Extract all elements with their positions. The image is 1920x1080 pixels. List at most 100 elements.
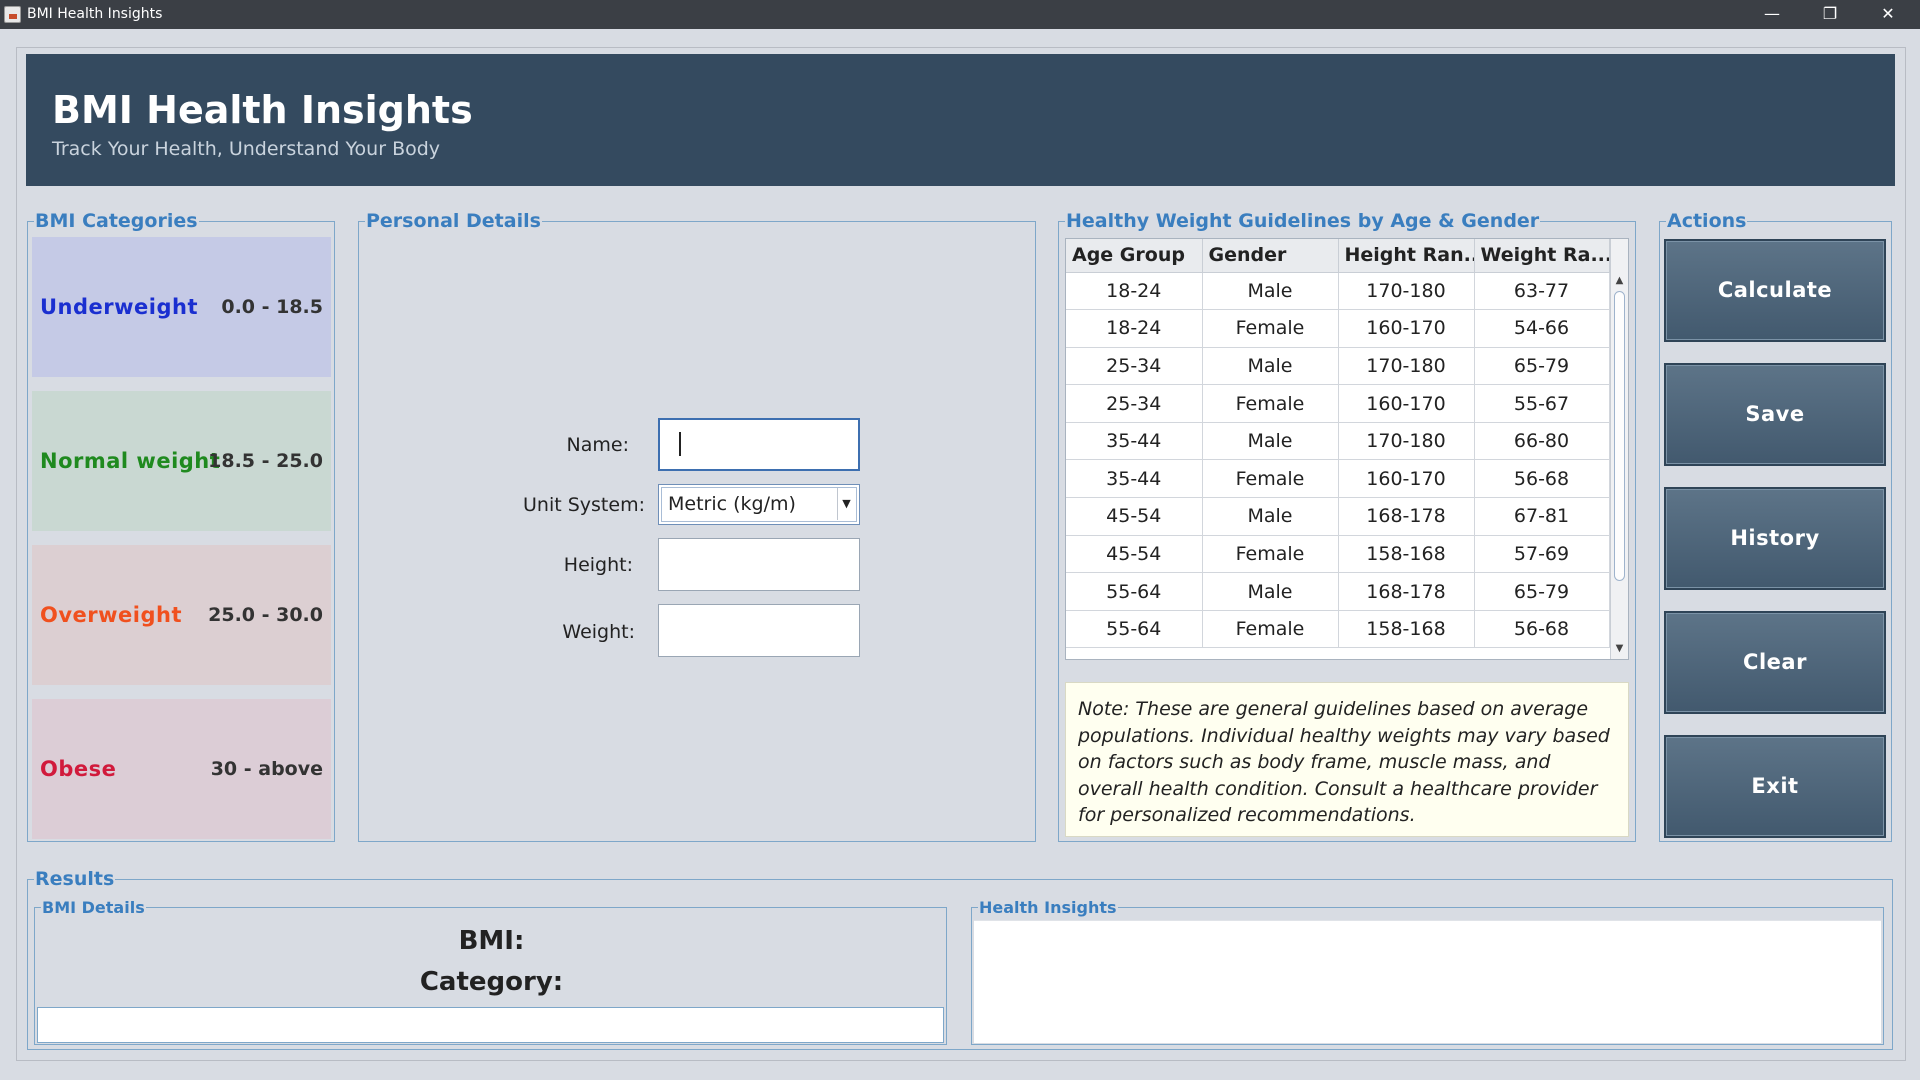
category-obese: Obese 30 - above bbox=[32, 699, 331, 839]
health-insights-textarea[interactable] bbox=[974, 920, 1881, 1043]
table-cell: 35-44 bbox=[1066, 459, 1203, 499]
bmi-categories-panel: BMI Categories Underweight 0.0 - 18.5 No… bbox=[27, 211, 335, 842]
table-cell: 45-54 bbox=[1066, 535, 1203, 574]
clear-button[interactable]: Clear bbox=[1664, 611, 1886, 714]
table-cell: 158-168 bbox=[1338, 535, 1475, 574]
table-cell: 63-77 bbox=[1474, 272, 1610, 311]
table-cell: 158-168 bbox=[1338, 610, 1475, 649]
table-row[interactable]: 25-34 Female 160-170 55-67 bbox=[1066, 384, 1610, 423]
column-header-height-range[interactable]: Height Ran... bbox=[1338, 239, 1475, 273]
table-row[interactable]: 45-54 Female 158-168 57-69 bbox=[1066, 535, 1610, 574]
category-underweight: Underweight 0.0 - 18.5 bbox=[32, 237, 331, 377]
table-cell: 170-180 bbox=[1338, 422, 1475, 461]
scrollbar-thumb[interactable] bbox=[1614, 291, 1625, 581]
category-name: Overweight bbox=[40, 603, 183, 627]
scroll-down-icon[interactable]: ▼ bbox=[1611, 641, 1628, 657]
table-cell: 56-68 bbox=[1474, 459, 1610, 499]
column-header-age-group[interactable]: Age Group bbox=[1066, 239, 1203, 273]
table-cell: 160-170 bbox=[1338, 309, 1475, 348]
height-label: Height: bbox=[563, 554, 633, 576]
table-cell: Female bbox=[1202, 384, 1339, 423]
save-button[interactable]: Save bbox=[1664, 363, 1886, 466]
table-row[interactable]: 55-64 Female 158-168 56-68 bbox=[1066, 610, 1610, 649]
table-cell: 55-67 bbox=[1474, 384, 1610, 423]
weight-label: Weight: bbox=[562, 621, 635, 643]
category-name: Obese bbox=[40, 757, 117, 781]
height-input[interactable] bbox=[658, 538, 860, 591]
bmi-details-label: BMI Details bbox=[41, 898, 146, 917]
bmi-details-panel: BMI Details BMI: Category: bbox=[34, 899, 947, 1045]
dropdown-arrow-icon[interactable]: ▼ bbox=[837, 488, 855, 520]
table-cell: 57-69 bbox=[1474, 535, 1610, 574]
results-label: Results bbox=[34, 868, 116, 890]
table-cell: 65-79 bbox=[1474, 572, 1610, 611]
health-insights-panel: Health Insights bbox=[971, 899, 1884, 1045]
table-cell: 18-24 bbox=[1066, 272, 1203, 311]
history-button[interactable]: History bbox=[1664, 487, 1886, 590]
table-cell: 67-81 bbox=[1474, 497, 1610, 536]
weight-input[interactable] bbox=[658, 604, 860, 657]
exit-button[interactable]: Exit bbox=[1664, 735, 1886, 838]
app-subtitle: Track Your Health, Understand Your Body bbox=[52, 138, 441, 160]
guidelines-label: Healthy Weight Guidelines by Age & Gende… bbox=[1065, 210, 1541, 232]
table-row[interactable]: 35-44 Female 160-170 56-68 bbox=[1066, 459, 1610, 499]
bmi-value-label: BMI: bbox=[458, 926, 525, 956]
unit-system-label: Unit System: bbox=[523, 494, 645, 516]
category-overweight: Overweight 25.0 - 30.0 bbox=[32, 545, 331, 685]
bmi-categories-label: BMI Categories bbox=[34, 210, 199, 232]
table-row[interactable]: 18-24 Female 160-170 54-66 bbox=[1066, 309, 1610, 348]
guidelines-table[interactable]: Age Group Gender Height Ran... Weight Ra… bbox=[1065, 238, 1629, 660]
table-cell: 18-24 bbox=[1066, 309, 1203, 348]
table-row[interactable]: 25-34 Male 170-180 65-79 bbox=[1066, 347, 1610, 386]
category-range: 18.5 - 25.0 bbox=[208, 450, 323, 472]
table-cell: 55-64 bbox=[1066, 572, 1203, 611]
table-row[interactable]: 35-44 Male 170-180 66-80 bbox=[1066, 422, 1610, 461]
table-cell: Male bbox=[1202, 422, 1339, 461]
table-cell: Male bbox=[1202, 272, 1339, 311]
table-row[interactable]: 55-64 Male 168-178 65-79 bbox=[1066, 572, 1610, 611]
table-cell: 25-34 bbox=[1066, 347, 1203, 386]
table-cell: 65-79 bbox=[1474, 347, 1610, 386]
table-cell: Male bbox=[1202, 347, 1339, 386]
table-header-row: Age Group Gender Height Ran... Weight Ra… bbox=[1066, 239, 1610, 273]
table-row[interactable]: 45-54 Male 168-178 67-81 bbox=[1066, 497, 1610, 536]
table-cell: 45-54 bbox=[1066, 497, 1203, 536]
table-cell: 160-170 bbox=[1338, 384, 1475, 423]
scroll-up-icon[interactable]: ▲ bbox=[1611, 273, 1628, 289]
personal-details-panel: Personal Details Name: Unit System: Metr… bbox=[358, 211, 1036, 842]
table-cell: 66-80 bbox=[1474, 422, 1610, 461]
table-cell: 168-178 bbox=[1338, 497, 1475, 536]
table-cell: Female bbox=[1202, 610, 1339, 649]
close-button[interactable]: ✕ bbox=[1866, 2, 1910, 26]
category-range: 0.0 - 18.5 bbox=[221, 296, 323, 318]
app-heading: BMI Health Insights bbox=[52, 88, 473, 132]
category-range: 25.0 - 30.0 bbox=[208, 604, 323, 626]
table-row[interactable]: 18-24 Male 170-180 63-77 bbox=[1066, 272, 1610, 311]
window-title: BMI Health Insights bbox=[27, 6, 163, 22]
restore-button[interactable]: ❐ bbox=[1808, 2, 1852, 26]
table-cell: Female bbox=[1202, 309, 1339, 348]
table-cell: 170-180 bbox=[1338, 272, 1475, 311]
table-cell: 168-178 bbox=[1338, 572, 1475, 611]
health-insights-label: Health Insights bbox=[978, 898, 1118, 917]
name-label: Name: bbox=[566, 434, 629, 456]
table-cell: 55-64 bbox=[1066, 610, 1203, 649]
table-cell: 54-66 bbox=[1474, 309, 1610, 348]
guidelines-panel: Healthy Weight Guidelines by Age & Gende… bbox=[1058, 211, 1636, 842]
calculate-button[interactable]: Calculate bbox=[1664, 239, 1886, 342]
category-result-label: Category: bbox=[419, 967, 564, 997]
app-icon bbox=[4, 6, 21, 23]
table-scrollbar[interactable]: ▲ ▼ bbox=[1610, 239, 1628, 659]
bmi-result-bar bbox=[37, 1007, 944, 1043]
actions-label: Actions bbox=[1666, 210, 1748, 232]
category-name: Normal weight bbox=[40, 449, 221, 473]
minimize-button[interactable]: — bbox=[1750, 2, 1794, 26]
category-name: Underweight bbox=[40, 295, 198, 319]
table-cell: Female bbox=[1202, 459, 1339, 499]
name-input[interactable] bbox=[658, 418, 860, 471]
column-header-gender[interactable]: Gender bbox=[1202, 239, 1339, 273]
column-header-weight-range[interactable]: Weight Ra... bbox=[1474, 239, 1610, 273]
category-range: 30 - above bbox=[210, 758, 323, 780]
text-caret bbox=[679, 432, 681, 456]
unit-system-select[interactable]: Metric (kg/m) ▼ bbox=[658, 484, 860, 525]
